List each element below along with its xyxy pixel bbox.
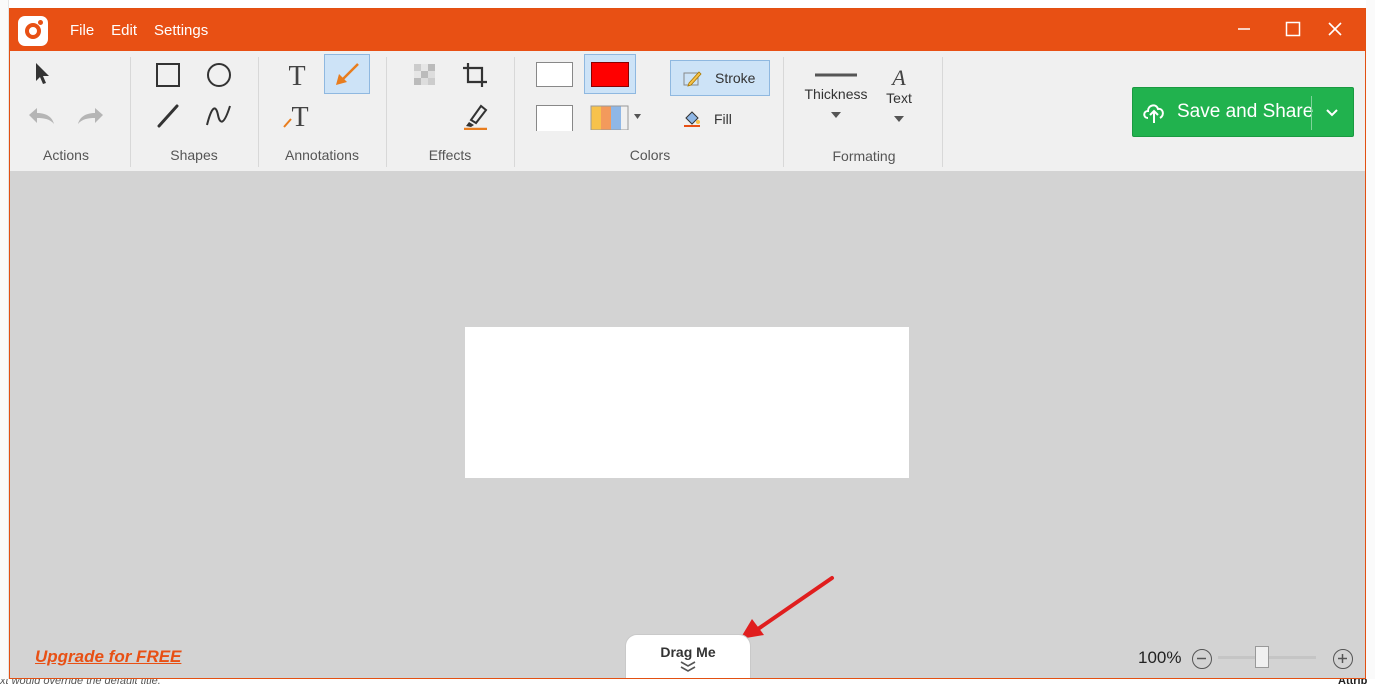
upgrade-link[interactable]: Upgrade for FREE [35, 647, 181, 667]
save-button-divider [1311, 96, 1312, 130]
stroke-color-swatch [591, 61, 629, 87]
app-window: File Edit Settings Actions Shapes T T An… [9, 8, 1366, 679]
background-page-left [0, 0, 9, 688]
callout-text-icon: T [283, 102, 309, 130]
chevron-down-icon [1326, 109, 1338, 117]
zoom-slider-thumb[interactable] [1255, 646, 1269, 668]
save-and-share-button[interactable]: Save and Share [1132, 87, 1354, 137]
cursor-arrow-icon [36, 63, 49, 84]
toolbar-divider [783, 57, 784, 167]
line-thickness-icon [815, 73, 857, 77]
pencil-icon [683, 71, 702, 87]
text-tool[interactable]: T [274, 55, 320, 95]
palette-picker[interactable] [588, 102, 646, 132]
svg-text:T: T [291, 102, 308, 130]
title-bar: File Edit Settings [10, 9, 1365, 51]
orange-arrow-icon [336, 63, 359, 85]
arrow-tool[interactable] [324, 54, 370, 94]
text-style-dropdown[interactable]: A Text [876, 55, 922, 135]
menu-bar: File Edit Settings [70, 9, 225, 51]
toolbar-divider [942, 57, 943, 167]
background-page-right [1366, 0, 1375, 688]
drag-me-label: Drag Me [660, 644, 716, 660]
group-label-shapes: Shapes [170, 147, 218, 163]
rectangle-icon [156, 63, 180, 87]
highlighter-tool[interactable] [452, 96, 498, 136]
background-right-text: Attrib [1338, 679, 1368, 687]
font-a-icon: A [890, 66, 906, 88]
redo-icon [78, 108, 103, 124]
save-options-dropdown[interactable] [1319, 100, 1345, 126]
menu-edit[interactable]: Edit [111, 22, 137, 39]
freehand-curve-icon [206, 105, 231, 126]
svg-text:T: T [288, 61, 305, 89]
maximize-icon [1285, 21, 1301, 37]
highlighter-icon [464, 104, 488, 130]
pixelate-tool[interactable] [402, 55, 448, 95]
text-style-label: Text [886, 90, 912, 106]
callout-text-tool[interactable]: T [274, 96, 320, 136]
freehand-tool[interactable] [196, 96, 242, 136]
caret-down-icon [894, 116, 904, 122]
thickness-label: Thickness [804, 86, 868, 102]
minimize-icon [1238, 28, 1250, 30]
line-tool[interactable] [145, 96, 191, 136]
toolbar-divider [258, 57, 259, 167]
fill-color-swatch[interactable] [536, 105, 573, 131]
background-bottom-text: xt would override the default title. [0, 679, 161, 687]
line-icon [157, 104, 179, 128]
toolbar: Actions Shapes T T Annotations Effects S… [10, 51, 1365, 171]
redo-button[interactable] [68, 96, 114, 136]
crop-tool[interactable] [452, 55, 498, 95]
red-annotation-arrow [740, 576, 834, 639]
menu-settings[interactable]: Settings [154, 22, 208, 39]
text-t-icon: T [288, 61, 305, 89]
pixelate-icon [414, 64, 435, 85]
toolbar-divider [130, 57, 131, 167]
save-and-share-label: Save and Share [1177, 101, 1314, 122]
maximize-button[interactable] [1273, 15, 1313, 43]
zoom-level: 100% [1138, 648, 1182, 667]
image-canvas[interactable] [465, 327, 909, 478]
minus-icon [1197, 657, 1206, 660]
stroke-color-picker[interactable] [584, 54, 636, 94]
undo-icon [29, 108, 54, 124]
caret-down-icon [831, 112, 841, 118]
crop-icon [463, 63, 487, 87]
cloud-upload-icon [1143, 104, 1164, 123]
minimize-button[interactable] [1224, 15, 1264, 43]
drag-me-handle[interactable]: Drag Me [625, 634, 751, 678]
menu-file[interactable]: File [70, 22, 94, 39]
stroke-label: Stroke [715, 70, 756, 86]
thickness-dropdown[interactable]: Thickness [798, 55, 874, 135]
background-page-bottom: xt would override the default title. Att… [0, 679, 1375, 688]
zoom-in-button[interactable] [1333, 649, 1353, 669]
group-label-colors: Colors [629, 147, 671, 163]
double-chevron-down-icon [680, 661, 696, 672]
paint-bucket-icon [684, 111, 700, 127]
toolbar-divider [514, 57, 515, 167]
group-label-actions: Actions [43, 147, 89, 163]
group-label-annotations: Annotations [285, 147, 359, 163]
fill-mode-button[interactable]: Fill [670, 101, 770, 137]
ellipse-tool[interactable] [196, 55, 242, 95]
svg-text:A: A [890, 66, 906, 88]
zoom-out-button[interactable] [1192, 649, 1212, 669]
color-swatch-white[interactable] [536, 62, 573, 87]
group-label-formatting: Formating [832, 148, 896, 164]
close-icon [1328, 22, 1342, 36]
color-palette-icon [590, 105, 641, 130]
rectangle-tool[interactable] [145, 55, 191, 95]
app-logo-icon [18, 16, 48, 46]
select-tool[interactable] [18, 53, 64, 93]
close-button[interactable] [1315, 15, 1355, 43]
stroke-mode-button[interactable]: Stroke [670, 60, 770, 96]
toolbar-divider [386, 57, 387, 167]
undo-button[interactable] [18, 96, 64, 136]
circle-icon [207, 63, 231, 87]
group-label-effects: Effects [428, 147, 472, 163]
fill-label: Fill [714, 111, 732, 127]
plus-icon [1338, 654, 1347, 663]
